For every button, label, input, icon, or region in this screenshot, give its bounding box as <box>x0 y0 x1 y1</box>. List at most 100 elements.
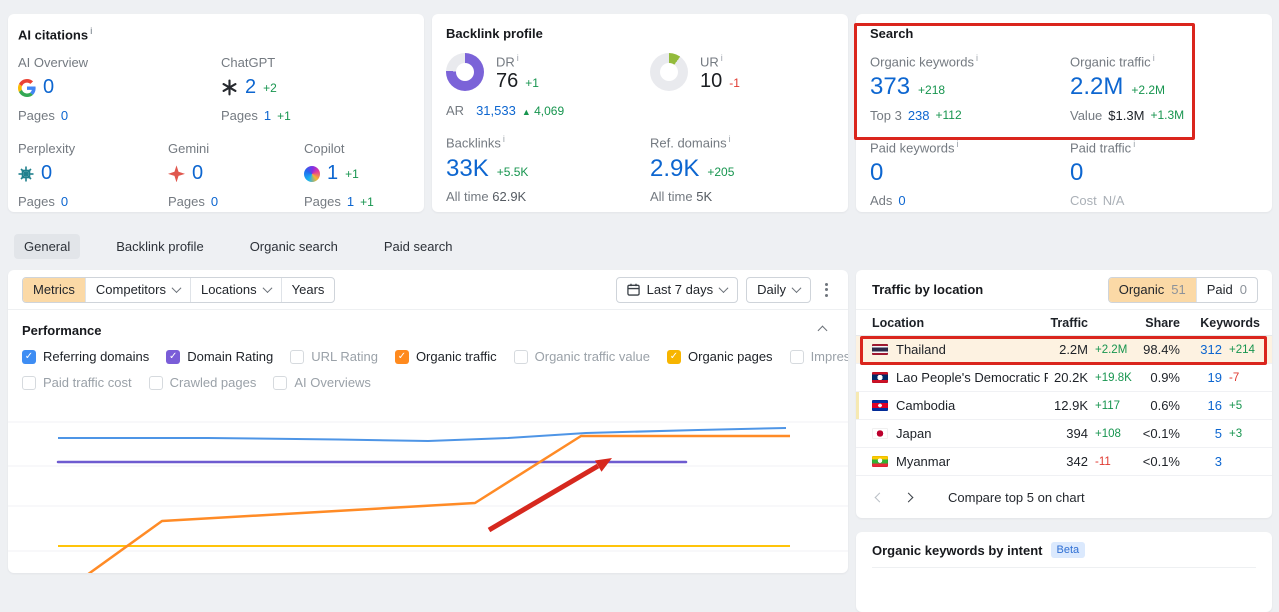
keywords-link[interactable]: 19 <box>1180 370 1222 385</box>
competitors-segment[interactable]: Competitors <box>86 277 191 302</box>
paid-toggle[interactable]: Paid 0 <box>1197 278 1257 302</box>
copilot-value[interactable]: 1 <box>327 162 338 185</box>
tab-general[interactable]: General <box>14 234 81 259</box>
pages-count[interactable]: 1 <box>264 108 271 123</box>
ur-donut <box>650 53 688 91</box>
backlink-profile-title: Backlink profile <box>446 26 543 41</box>
chatgpt-value[interactable]: 2 <box>245 76 256 99</box>
toggle-url-rating[interactable]: URL Rating <box>290 349 378 364</box>
locations-segment[interactable]: Locations <box>191 277 282 302</box>
top3-count[interactable]: 238 <box>908 108 930 123</box>
table-row-cambodia[interactable]: Cambodia 12.9K +117 0.6% 16 +5 <box>856 392 1272 420</box>
organic-traffic-value[interactable]: 2.2M <box>1070 74 1123 99</box>
toggle-ai-overviews[interactable]: AI Overviews <box>273 375 371 390</box>
ai-overview-metric: AI Overview 0 Pages 0 <box>18 55 89 124</box>
ref-domains-value[interactable]: 2.9K <box>650 155 699 180</box>
pages-count[interactable]: 0 <box>211 194 218 209</box>
info-icon[interactable]: i <box>1133 139 1135 149</box>
toggle-crawled-pages[interactable]: Crawled pages <box>148 375 256 390</box>
granularity-button[interactable]: Daily <box>746 276 811 303</box>
backlink-profile-card: Backlink profile DR i 76 +1 AR 31,533 ▲ 4… <box>432 14 848 212</box>
more-options-button[interactable] <box>819 277 834 303</box>
chevron-down-icon <box>262 283 273 294</box>
gemini-metric: Gemini 0 Pages 0 <box>168 141 219 210</box>
organic-keywords-value[interactable]: 373 <box>870 74 910 99</box>
toggle-organic-traffic[interactable]: ✓ Organic traffic <box>394 349 497 364</box>
performance-line-chart[interactable] <box>8 398 848 573</box>
organic-toggle[interactable]: Organic 51 <box>1108 277 1197 302</box>
toggle-organic-pages[interactable]: ✓ Organic pages <box>667 349 773 364</box>
dr-donut <box>446 53 484 91</box>
keywords-link[interactable]: 16 <box>1180 398 1222 413</box>
collapse-section-icon[interactable] <box>817 325 828 336</box>
beta-badge: Beta <box>1050 542 1086 558</box>
google-icon <box>18 78 36 97</box>
gemini-icon <box>168 165 185 183</box>
table-row-thailand[interactable]: Thailand 2.2M +2.2M 98.4% 312 +214 <box>856 336 1272 364</box>
previous-page-icon[interactable] <box>874 492 885 503</box>
keywords-link[interactable]: 312 <box>1180 342 1222 357</box>
info-icon[interactable]: i <box>1153 53 1155 63</box>
pages-count[interactable]: 0 <box>61 194 68 209</box>
keywords-link[interactable]: 5 <box>1180 426 1222 441</box>
performance-title: Performance <box>22 323 102 338</box>
table-row-japan[interactable]: Japan 394 +108 <0.1% 5 +3 <box>856 420 1272 448</box>
view-mode-segmented-control: Metrics Competitors Locations Years <box>22 276 336 303</box>
toggle-impressions[interactable]: Impressions <box>789 349 848 364</box>
report-tabs: General Backlink profile Organic search … <box>14 234 463 259</box>
pages-count[interactable]: 0 <box>61 108 68 123</box>
info-icon[interactable]: i <box>90 26 93 36</box>
performance-card: Metrics Competitors Locations Years Last… <box>8 270 848 573</box>
chevron-down-icon <box>718 283 729 294</box>
paid-traffic-metric: Paid traffic i 0 Cost N/A <box>1070 138 1136 209</box>
organic-paid-toggle: Organic 51 Paid 0 <box>1107 276 1258 303</box>
copilot-metric: Copilot 1 +1 Pages 1 +1 <box>304 141 374 210</box>
ahrefs-rank: AR 31,533 ▲ 4,069 <box>446 103 565 119</box>
search-card: Search Organic keywords i 373 +218 Top 32… <box>856 14 1272 212</box>
annotation-arrow <box>487 458 612 533</box>
traffic-by-location-card: Traffic by location Organic 51 Paid 0 Loca… <box>856 270 1272 518</box>
toggle-domain-rating[interactable]: ✓ Domain Rating <box>166 349 273 364</box>
line-referring-domains <box>58 427 787 443</box>
toggle-paid-traffic-cost[interactable]: Paid traffic cost <box>22 375 132 390</box>
pages-count[interactable]: 1 <box>347 194 354 209</box>
metrics-segment[interactable]: Metrics <box>23 277 86 302</box>
ai-overview-value[interactable]: 0 <box>43 76 54 99</box>
table-row-laos[interactable]: Lao People's Democratic Repub 20.2K +19.… <box>856 364 1272 392</box>
tab-organic-search[interactable]: Organic search <box>240 234 348 259</box>
copilot-icon <box>304 165 320 182</box>
toggle-referring-domains[interactable]: ✓ Referring domains <box>22 349 149 364</box>
ai-citations-card: AI citations i AI Overview 0 Pages 0 ChatG… <box>8 14 424 212</box>
info-icon[interactable]: i <box>721 53 723 63</box>
tab-backlink-profile[interactable]: Backlink profile <box>106 234 213 259</box>
keywords-link[interactable]: 3 <box>1180 454 1222 469</box>
compare-top5-label: Compare top 5 on chart <box>948 490 1085 505</box>
calendar-icon <box>626 283 640 296</box>
toggle-organic-traffic-value[interactable]: Organic traffic value <box>513 349 650 364</box>
row-color-indicator <box>856 392 859 419</box>
chatgpt-icon <box>222 79 237 96</box>
info-icon[interactable]: i <box>729 134 731 144</box>
date-range-button[interactable]: Last 7 days <box>615 276 739 303</box>
years-segment[interactable]: Years <box>282 278 335 302</box>
paid-traffic-value[interactable]: 0 <box>1070 159 1083 186</box>
tab-paid-search[interactable]: Paid search <box>374 234 463 259</box>
info-icon[interactable]: i <box>957 139 959 149</box>
info-icon[interactable]: i <box>503 134 505 144</box>
table-row-myanmar[interactable]: Myanmar 342 -11 <0.1% 3 <box>856 448 1272 476</box>
search-title: Search <box>870 26 914 41</box>
japan-flag-icon <box>872 428 888 439</box>
perplexity-value[interactable]: 0 <box>41 162 52 185</box>
info-icon[interactable]: i <box>976 53 978 63</box>
paid-keywords-value[interactable]: 0 <box>870 159 883 186</box>
next-page-icon[interactable] <box>903 492 914 503</box>
metric-toggles-row-2: Paid traffic cost Crawled pages AI Overv… <box>22 375 834 390</box>
seo-dashboard: { "colors": { "link_blue": "#0d66d0", "p… <box>0 0 1279 612</box>
info-icon[interactable]: i <box>517 53 519 63</box>
perplexity-metric: Perplexity 0 Pages 0 <box>18 141 76 210</box>
myanmar-flag-icon <box>872 456 888 467</box>
gemini-value[interactable]: 0 <box>192 162 203 185</box>
organic-keywords-metric: Organic keywords i 373 +218 Top 3 238 +112 <box>870 53 979 123</box>
thailand-flag-icon <box>872 344 888 355</box>
backlinks-value[interactable]: 33K <box>446 155 489 180</box>
